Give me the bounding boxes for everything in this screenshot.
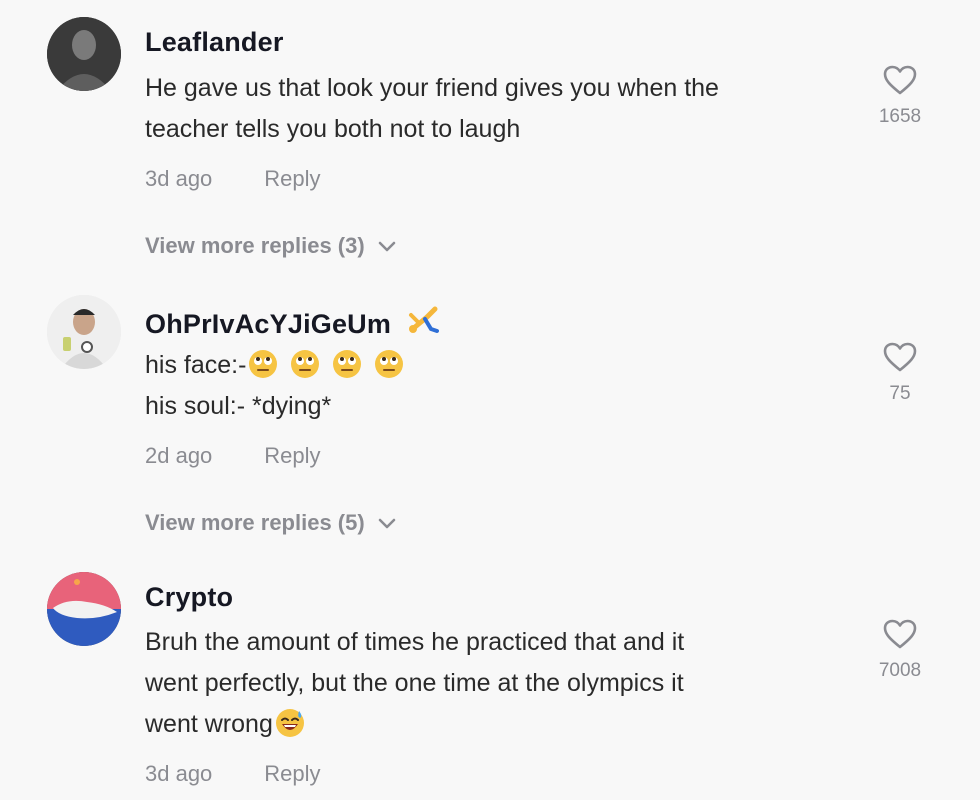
like-button[interactable]: 75	[860, 341, 940, 405]
comment-text-line: teacher tells you both not to laugh	[145, 115, 521, 143]
comment-username[interactable]: Crypto	[145, 582, 233, 613]
comment-text-line: went perfectly, but the one time at the …	[145, 669, 684, 697]
avatar[interactable]	[47, 295, 121, 369]
comment-time: 3d ago	[145, 761, 213, 786]
comment-username-text: OhPrIvAcYJiGeUm	[145, 309, 392, 339]
comment-text: his face:- his soul:- *dying*	[145, 345, 845, 427]
comment-meta: 2d ago Reply	[145, 443, 321, 469]
comment-text-line: Bruh the amount of times he practiced th…	[145, 628, 685, 656]
comment-time: 2d ago	[145, 443, 213, 468]
cartwheel-emoji-icon	[408, 306, 439, 333]
comment-text-line: He gave us that look your friend gives y…	[145, 74, 719, 102]
view-more-replies-button[interactable]: View more replies (5)	[145, 510, 397, 536]
heart-outline-icon	[883, 65, 917, 95]
view-more-replies-label: View more replies (5)	[145, 510, 365, 535]
avatar[interactable]	[47, 572, 121, 646]
like-button[interactable]: 7008	[860, 618, 940, 682]
reply-button[interactable]: Reply	[264, 443, 320, 468]
comment-text-line: went wrong	[145, 704, 845, 745]
grinning-sweat-emoji-icon	[275, 709, 304, 737]
comment-meta: 3d ago Reply	[145, 761, 321, 787]
comment-username[interactable]: Leaflander	[145, 27, 284, 58]
heart-outline-icon	[883, 619, 917, 649]
reply-button[interactable]: Reply	[264, 761, 320, 786]
rolling-eyes-emoji-icon	[249, 350, 278, 378]
like-count: 1658	[878, 106, 922, 127]
rolling-eyes-emoji-icon	[375, 350, 404, 378]
chevron-down-icon	[378, 518, 395, 529]
comment-text-line: his face:-	[145, 345, 845, 386]
comment-time: 3d ago	[145, 166, 213, 191]
comment-text-segment: went wrong	[145, 710, 273, 738]
comment-text-line: his soul:- *dying*	[145, 392, 332, 420]
reply-button[interactable]: Reply	[264, 166, 320, 191]
comment-text: Bruh the amount of times he practiced th…	[145, 622, 845, 745]
comment-meta: 3d ago Reply	[145, 166, 321, 192]
rolling-eyes-emoji-icon	[333, 350, 362, 378]
chevron-down-icon	[378, 241, 395, 252]
like-count: 7008	[878, 660, 922, 681]
view-more-replies-label: View more replies (3)	[145, 233, 365, 258]
avatar[interactable]	[47, 17, 121, 91]
heart-outline-icon	[883, 342, 917, 372]
rolling-eyes-emoji-icon	[291, 350, 320, 378]
view-more-replies-button[interactable]: View more replies (3)	[145, 233, 397, 259]
comment-username[interactable]: OhPrIvAcYJiGeUm	[145, 305, 439, 340]
comment-text-segment: his face:-	[145, 351, 247, 379]
like-button[interactable]: 1658	[860, 64, 940, 128]
like-count: 75	[889, 383, 911, 404]
comment-text: He gave us that look your friend gives y…	[145, 68, 845, 150]
